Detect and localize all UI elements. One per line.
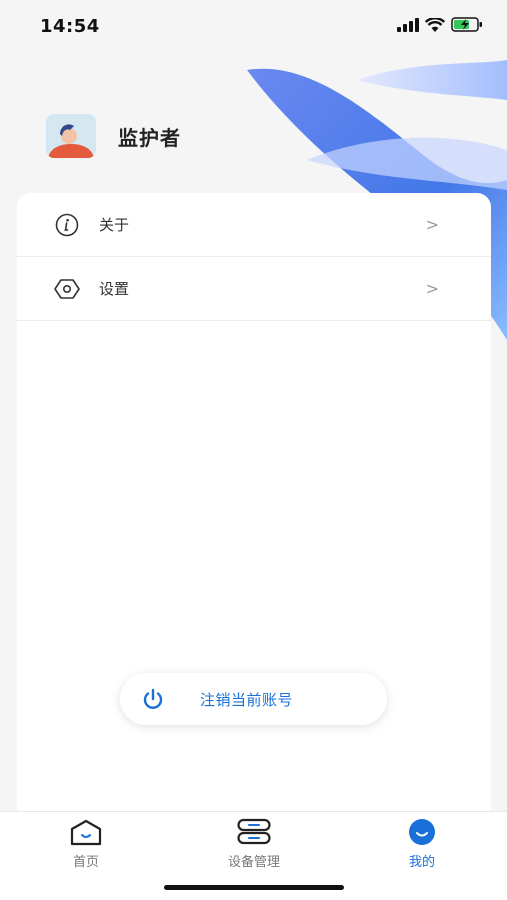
menu-item-about[interactable]: 关于 > <box>17 193 491 257</box>
tab-mine-label: 我的 <box>408 855 435 870</box>
tab-home-label: 首页 <box>72 855 99 870</box>
logout-label: 注销当前账号 <box>200 690 294 709</box>
settings-icon <box>54 278 80 299</box>
chevron-right-icon: > <box>425 215 439 234</box>
profile-header: 监护者 <box>46 114 181 158</box>
home-indicator <box>164 885 344 890</box>
menu-card: 关于 > 设置 > <box>17 193 491 833</box>
status-bar: 14:54 <box>0 0 507 52</box>
battery-charging-icon <box>451 17 482 32</box>
wifi-icon <box>425 17 445 32</box>
chevron-right-icon: > <box>425 279 439 298</box>
tab-mine[interactable]: 我的 <box>372 818 472 870</box>
status-icons <box>397 17 483 32</box>
status-time: 14:54 <box>40 16 100 37</box>
username: 监护者 <box>118 125 181 150</box>
info-icon <box>55 213 79 236</box>
tab-device-management[interactable]: 设备管理 <box>204 818 304 870</box>
menu-item-about-label: 关于 <box>99 216 130 234</box>
menu-item-settings[interactable]: 设置 > <box>17 257 491 321</box>
power-icon <box>143 688 163 709</box>
menu-item-settings-label: 设置 <box>99 280 130 298</box>
logout-button[interactable]: 注销当前账号 <box>120 673 387 725</box>
device-icon <box>237 818 271 845</box>
avatar <box>46 114 96 158</box>
signal-icon <box>397 17 419 32</box>
tab-device-management-label: 设备管理 <box>227 855 280 870</box>
profile-icon <box>409 819 435 845</box>
home-icon <box>70 819 102 846</box>
tab-home[interactable]: 首页 <box>36 818 136 870</box>
